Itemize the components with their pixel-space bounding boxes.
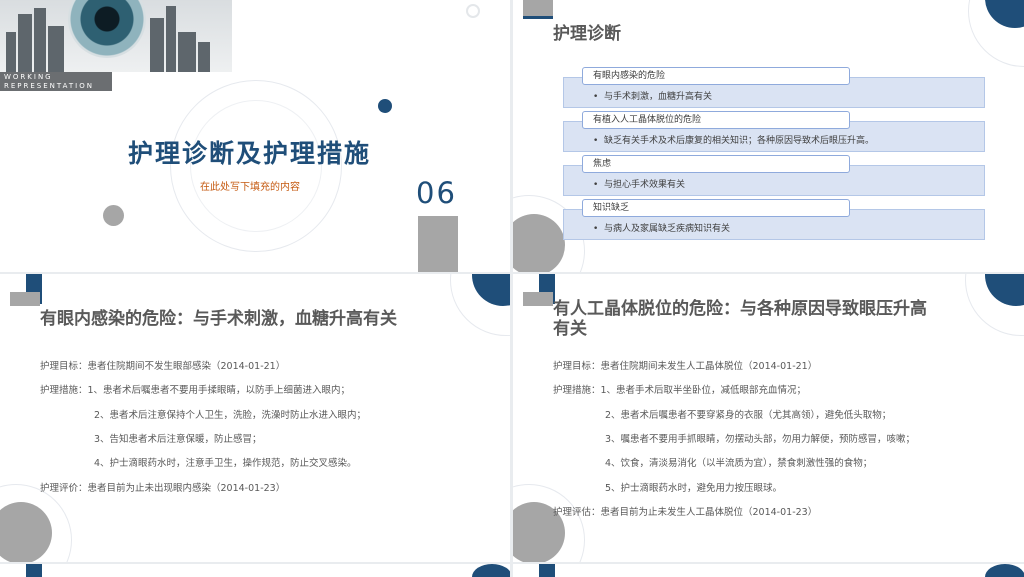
diagnosis-item: • 缺乏有关手术及术后康复的相关知识；各种原因导致术后眼压升高。 — [593, 136, 875, 146]
slide-thumbnail-6[interactable] — [513, 564, 1024, 577]
decor-dot — [378, 99, 392, 113]
decor-bar — [523, 16, 553, 19]
slide-thumbnail-5[interactable] — [0, 564, 510, 577]
slide-title: 有眼内感染的危险：与手术刺激，血糖升高有关 — [40, 309, 397, 329]
care-goal: 护理目标：患者住院期间不发生眼部感染（2014-01-21） — [40, 361, 286, 372]
eye-image — [68, 0, 146, 58]
decor-bar — [26, 564, 42, 577]
decor-bar — [539, 564, 555, 577]
decor-dot — [103, 205, 124, 226]
diagnosis-heading: 焦虑 — [582, 155, 850, 173]
diagnosis-item: • 与担心手术效果有关 — [593, 180, 686, 190]
care-measure: 3、嘱患者不要用手抓眼睛，勿摆动头部，勿用力解便，预防感冒，咳嗽； — [605, 434, 916, 445]
slide-title: 护理诊断 — [553, 24, 621, 44]
care-goal: 护理目标：患者住院期间未发生人工晶体脱位（2014-01-21） — [553, 361, 818, 372]
decor-circle — [985, 564, 1024, 577]
diagnosis-item: • 与手术刺激，血糖升高有关 — [593, 92, 713, 102]
decor-block — [523, 0, 553, 16]
slide-thumbnail-2[interactable]: 护理诊断 有眼内感染的危险 • 与手术刺激，血糖升高有关 有植入人工晶体脱位的危… — [513, 0, 1024, 272]
section-subtitle: 在此处写下填充的内容 — [200, 182, 300, 193]
care-measure: 2、患者术后注意保持个人卫生，洗脸，洗澡时防止水进入眼内； — [94, 410, 367, 421]
slide-title: 有人工晶体脱位的危险：与各种原因导致眼压升高 有关 — [553, 299, 927, 339]
slide-thumbnail-4[interactable]: 有人工晶体脱位的危险：与各种原因导致眼压升高 有关 护理目标：患者住院期间未发生… — [513, 274, 1024, 562]
care-evaluation: 护理评估：患者目前为止未发生人工晶体脱位（2014-01-23） — [553, 507, 818, 518]
care-evaluation: 护理评价：患者目前为止未出现眼内感染（2014-01-23） — [40, 483, 286, 494]
care-measure: 2、患者术后嘱患者不要穿紧身的衣服（尤其高领），避免低头取物； — [605, 410, 892, 421]
care-measure: 护理措施：1、患者手术后取半坐卧位，减低眼部充血情况； — [553, 385, 807, 396]
care-measure: 护理措施：1、患者术后嘱患者不要用手揉眼睛，以防手上细菌进入眼内； — [40, 385, 351, 396]
diagnosis-heading: 有眼内感染的危险 — [582, 67, 850, 85]
diagnosis-heading: 知识缺乏 — [582, 199, 850, 217]
section-title: 护理诊断及护理措施 — [128, 139, 372, 168]
banner-tag: WORKING REPRESENTATION — [0, 72, 112, 91]
decor-circle — [466, 4, 480, 18]
section-number: 06 — [416, 176, 457, 210]
banner-image — [0, 0, 232, 72]
care-measure: 4、护士滴眼药水时，注意手卫生，操作规范，防止交叉感染。 — [94, 458, 357, 469]
decor-block — [418, 216, 458, 272]
slide-thumbnail-3[interactable]: 有眼内感染的危险：与手术刺激，血糖升高有关 护理目标：患者住院期间不发生眼部感染… — [0, 274, 510, 562]
care-measure: 3、告知患者术后注意保暖，防止感冒； — [94, 434, 262, 445]
diagnosis-heading: 有植入人工晶体脱位的危险 — [582, 111, 850, 129]
slide-thumbnail-1[interactable]: WORKING REPRESENTATION 护理诊断及护理措施 在此处写下填充… — [0, 0, 510, 272]
decor-block — [523, 292, 553, 306]
decor-block — [10, 292, 40, 306]
care-measure: 5、护士滴眼药水时，避免用力按压眼球。 — [605, 483, 783, 494]
diagnosis-item: • 与病人及家属缺乏疾病知识有关 — [593, 224, 731, 234]
decor-circle — [472, 564, 510, 577]
care-measure: 4、饮食，清淡易消化（以半流质为宜），禁食刺激性强的食物； — [605, 458, 873, 469]
